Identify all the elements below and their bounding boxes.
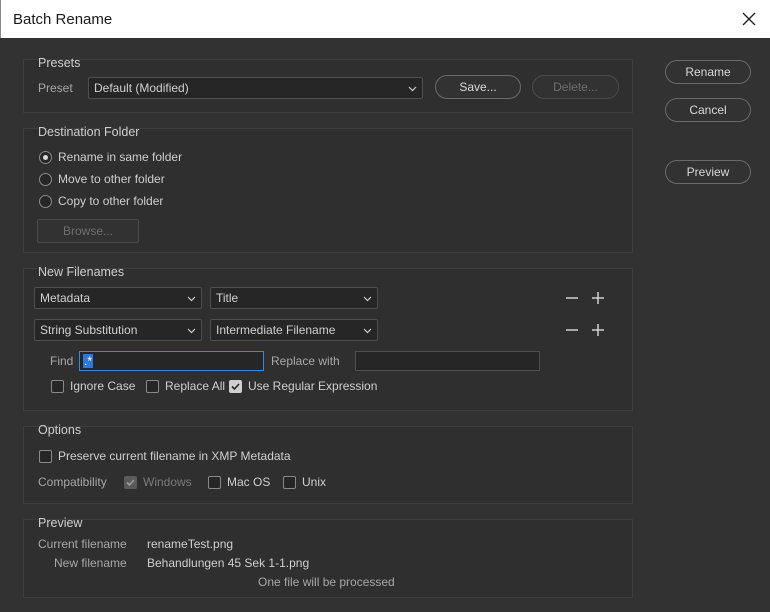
- chevron-down-icon: [363, 294, 372, 303]
- presets-group-label: Presets: [38, 56, 81, 70]
- current-filename-value: renameTest.png: [147, 537, 234, 551]
- filename-row-2-type-select[interactable]: String Substitution: [34, 319, 202, 341]
- remove-row-2-minus-icon[interactable]: [565, 323, 579, 337]
- cancel-button[interactable]: Cancel: [665, 98, 751, 122]
- remove-row-1-minus-icon[interactable]: [565, 291, 579, 305]
- preview-button[interactable]: Preview: [665, 160, 751, 184]
- delete-preset-button[interactable]: Delete...: [532, 75, 619, 99]
- close-button[interactable]: [736, 6, 762, 32]
- windows-checkbox[interactable]: [124, 476, 137, 489]
- filename-row-2-value-select[interactable]: Intermediate Filename: [210, 319, 378, 341]
- filename-row-2-type-value: String Substitution: [40, 323, 138, 337]
- use-regex-label: Use Regular Expression: [248, 379, 378, 393]
- macos-checkbox[interactable]: [208, 476, 221, 489]
- title-bar: Batch Rename: [0, 0, 770, 38]
- rename-same-folder-label: Rename in same folder: [58, 150, 183, 164]
- preset-select[interactable]: Default (Modified): [88, 77, 423, 99]
- new-filenames-group-label: New Filenames: [38, 265, 125, 279]
- filename-row-1-type-value: Metadata: [40, 291, 91, 305]
- find-input-value: .*: [83, 354, 94, 368]
- find-input[interactable]: .*: [79, 351, 264, 371]
- ignore-case-checkbox[interactable]: [51, 380, 64, 393]
- replace-all-checkbox[interactable]: [146, 380, 159, 393]
- current-filename-label: Current filename: [38, 537, 127, 551]
- add-row-2-plus-icon[interactable]: [591, 323, 605, 337]
- options-group-label: Options: [38, 423, 82, 437]
- preset-select-value: Default (Modified): [94, 81, 189, 95]
- chevron-down-icon: [187, 326, 196, 335]
- filename-row-2-value: Intermediate Filename: [216, 323, 336, 337]
- destination-group-label: Destination Folder: [38, 125, 140, 139]
- files-processed-summary: One file will be processed: [258, 575, 395, 589]
- copy-other-folder-label: Copy to other folder: [58, 194, 164, 208]
- preset-label: Preset: [38, 81, 73, 95]
- checkmark-icon: [231, 383, 240, 391]
- copy-other-folder-radio[interactable]: [39, 195, 52, 208]
- filename-row-1-value: Title: [216, 291, 239, 305]
- preserve-filename-checkbox[interactable]: [39, 450, 52, 463]
- compatibility-label: Compatibility: [38, 475, 107, 489]
- browse-button[interactable]: Browse...: [37, 219, 139, 243]
- move-other-folder-radio[interactable]: [39, 173, 52, 186]
- rename-same-folder-radio[interactable]: [39, 151, 52, 164]
- rename-button[interactable]: Rename: [665, 60, 751, 84]
- replace-with-label: Replace with: [271, 354, 340, 368]
- windows-label: Windows: [143, 475, 192, 489]
- new-filename-value: Behandlungen 45 Sek 1-1.png: [147, 556, 310, 570]
- chevron-down-icon: [408, 84, 417, 93]
- chevron-down-icon: [363, 326, 372, 335]
- preview-group-label: Preview: [38, 516, 83, 530]
- find-label: Find: [50, 354, 74, 368]
- ignore-case-label: Ignore Case: [70, 379, 136, 393]
- unix-label: Unix: [302, 475, 327, 489]
- replace-all-label: Replace All: [165, 379, 226, 393]
- checkmark-icon: [126, 479, 135, 487]
- chevron-down-icon: [187, 294, 196, 303]
- macos-label: Mac OS: [227, 475, 271, 489]
- replace-with-input[interactable]: [355, 351, 540, 371]
- filename-row-1-value-select[interactable]: Title: [210, 287, 378, 309]
- new-filename-label: New filename: [54, 556, 127, 570]
- options-group: [23, 426, 633, 504]
- add-row-1-plus-icon[interactable]: [591, 291, 605, 305]
- close-icon: [742, 12, 756, 26]
- preserve-filename-label: Preserve current filename in XMP Metadat…: [58, 449, 291, 463]
- save-preset-button[interactable]: Save...: [435, 75, 521, 99]
- use-regex-checkbox[interactable]: [229, 380, 242, 393]
- window-title: Batch Rename: [13, 11, 113, 28]
- unix-checkbox[interactable]: [283, 476, 296, 489]
- filename-row-1-type-select[interactable]: Metadata: [34, 287, 202, 309]
- move-other-folder-label: Move to other folder: [58, 172, 165, 186]
